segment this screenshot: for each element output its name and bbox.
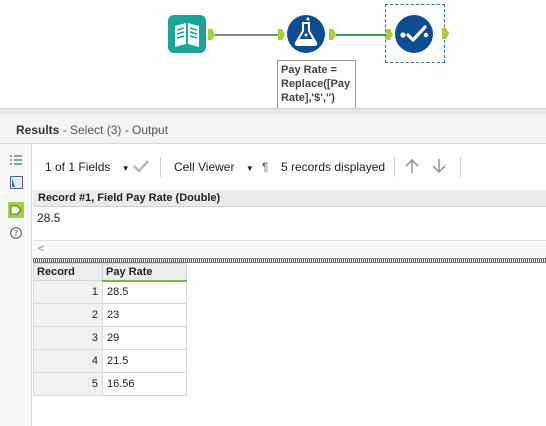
- results-toolbar: 1 of 1 Fields ▼ Cell Viewer ▼ ¶ 5 record…: [33, 144, 546, 190]
- fields-selector[interactable]: 1 of 1 Fields ▼: [45, 160, 130, 174]
- toolbar-divider: [460, 157, 461, 177]
- connection-line: [215, 34, 278, 36]
- records-count: 5 records displayed: [281, 160, 386, 174]
- column-header-record[interactable]: Record: [33, 263, 103, 281]
- arrow-up-icon[interactable]: [403, 157, 421, 178]
- viewer-selector-label: Cell Viewer: [174, 160, 235, 174]
- row-number: 5: [33, 372, 103, 396]
- cell-value[interactable]: 28.5: [37, 211, 60, 225]
- cell-viewer-header: Record #1, Field Pay Rate (Double): [33, 190, 546, 206]
- table-row[interactable]: 3 29: [33, 326, 187, 350]
- table-row[interactable]: 1 28.5: [33, 280, 187, 304]
- table-row[interactable]: 2 23: [33, 303, 187, 327]
- connection-line: [336, 34, 386, 36]
- chevron-down-icon: ▼: [121, 164, 130, 173]
- table-row[interactable]: 5 16.56: [33, 372, 187, 396]
- data-view-tag-icon[interactable]: [8, 202, 24, 218]
- select-checkmark-icon: [395, 15, 433, 53]
- message-view-icon[interactable]: [8, 174, 24, 190]
- svg-text:?: ?: [14, 229, 18, 238]
- flask-formula-icon: [287, 15, 325, 53]
- chevron-down-icon: ▼: [245, 164, 254, 173]
- results-title: Results: [16, 123, 60, 137]
- formula-tool[interactable]: [286, 14, 326, 54]
- viewer-selector[interactable]: Cell Viewer ▼: [174, 160, 254, 174]
- pay-rate-cell[interactable]: 21.5: [102, 349, 187, 373]
- row-number: 2: [33, 303, 103, 327]
- results-grid[interactable]: Record Pay Rate 1 28.5 2 23 3 29 4 21.5 …: [33, 263, 187, 396]
- horizontal-scrollbar[interactable]: <: [33, 240, 546, 257]
- formula-input-anchor[interactable]: [278, 29, 285, 40]
- table-row[interactable]: 4 21.5: [33, 349, 187, 373]
- book-input-icon: [168, 15, 206, 53]
- cell-viewer[interactable]: 28.5 <: [33, 206, 546, 258]
- checkmark-icon: [133, 160, 149, 173]
- fields-selector-label: 1 of 1 Fields: [45, 160, 111, 174]
- arrow-down-icon[interactable]: [430, 157, 448, 178]
- row-number: 1: [33, 280, 103, 304]
- formula-annotation: Pay Rate = Replace([Pay Rate],'$',''): [277, 60, 356, 108]
- apply-check-button[interactable]: [132, 157, 150, 178]
- select-output-anchor[interactable]: [442, 28, 449, 39]
- pay-rate-cell[interactable]: 28.5: [102, 280, 187, 304]
- results-subtitle: - Select (3) - Output: [59, 123, 169, 137]
- pay-rate-cell[interactable]: 29: [102, 326, 187, 350]
- pay-rate-cell[interactable]: 23: [102, 303, 187, 327]
- toolbar-divider: [394, 157, 395, 177]
- formula-output-anchor[interactable]: [329, 29, 336, 40]
- row-number: 3: [33, 326, 103, 350]
- results-left-rail: ?: [0, 144, 32, 426]
- workflow-canvas[interactable]: Pay Rate = Replace([Pay Rate],'$',''): [0, 0, 546, 108]
- scroll-left-arrow[interactable]: <: [38, 243, 44, 255]
- row-number: 4: [33, 349, 103, 373]
- input-output-anchor[interactable]: [208, 29, 215, 40]
- toolbar-divider: [160, 157, 161, 177]
- results-header: Results - Select (3) - Output: [0, 114, 546, 144]
- pilcrow-button[interactable]: ¶: [262, 160, 268, 174]
- input-data-tool[interactable]: [168, 15, 206, 53]
- select-tool[interactable]: [385, 4, 445, 63]
- pay-rate-cell[interactable]: 16.56: [102, 372, 187, 396]
- help-icon[interactable]: ?: [8, 225, 24, 241]
- list-view-icon[interactable]: [8, 152, 24, 168]
- column-header-pay-rate[interactable]: Pay Rate: [102, 263, 187, 282]
